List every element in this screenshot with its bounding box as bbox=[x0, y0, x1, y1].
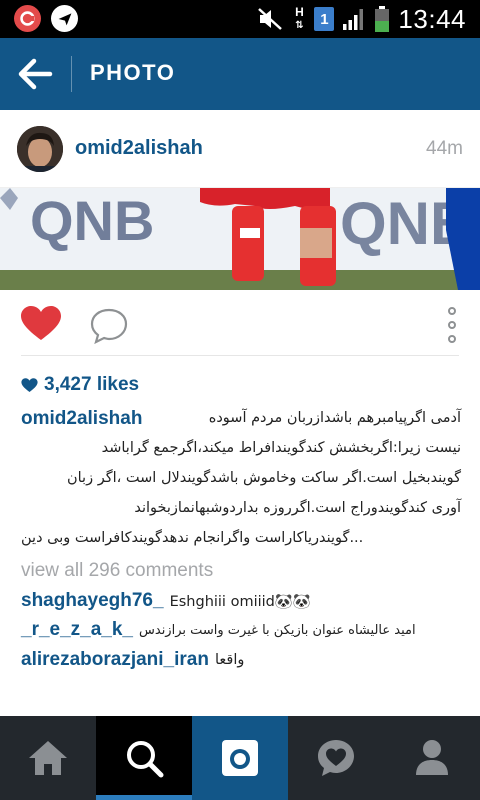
comment-item: _r_e_z_a_k_ امید عالیشاه عنوان بازیکن با… bbox=[21, 617, 416, 643]
avatar[interactable] bbox=[17, 126, 63, 172]
nav-camera-button[interactable] bbox=[192, 716, 288, 800]
like-button[interactable] bbox=[20, 306, 62, 342]
comment-item: alirezaborazjani_iran واقعا bbox=[21, 647, 244, 673]
post-username[interactable]: omid2alishah bbox=[75, 137, 203, 160]
likes-label: 3,427 likes bbox=[44, 374, 140, 395]
comment-username[interactable]: _r_e_z_a_k_ bbox=[21, 619, 133, 641]
signal-icon bbox=[343, 9, 364, 30]
comment-text: Eshghiii omiiid🐼🐼 bbox=[169, 593, 311, 610]
more-options-button[interactable] bbox=[444, 306, 460, 344]
heart-icon bbox=[21, 306, 61, 340]
caption-line: آدمی اگرپیامبرهم باشدازربان مردم آسوده bbox=[208, 410, 461, 426]
caption-line: گویندبخیل است.اگر ساکت وخاموش باشدگویندل… bbox=[66, 470, 461, 486]
activity-heart-icon bbox=[318, 740, 354, 776]
mute-icon bbox=[258, 8, 283, 30]
post-photo[interactable]: QNB QNB bbox=[0, 188, 480, 290]
camera-icon bbox=[222, 740, 258, 776]
svg-text:QNB: QNB bbox=[30, 189, 154, 252]
status-bar: H ⇅ 1 13:44 bbox=[0, 0, 480, 38]
caption-username[interactable]: omid2alishah bbox=[21, 408, 142, 430]
likes-count[interactable]: 3,427 likes bbox=[21, 374, 139, 396]
app-notification-icon bbox=[14, 5, 41, 32]
home-icon bbox=[29, 741, 67, 775]
page-title: PHOTO bbox=[90, 60, 176, 85]
vertical-dots-icon bbox=[448, 307, 456, 343]
caption-line: ...گویندریاکاراست واگرانجام ندهدگویندکاف… bbox=[21, 530, 364, 546]
caption-line: آوری کندگویندوراج است.اگرروزه بداردوشبها… bbox=[134, 500, 461, 516]
comment-username[interactable]: alirezaborazjani_iran bbox=[21, 649, 209, 671]
network-type-icon: H ⇅ bbox=[295, 5, 304, 31]
nav-home-button[interactable] bbox=[0, 716, 96, 800]
clock: 13:44 bbox=[398, 3, 466, 34]
view-all-comments-link[interactable]: view all 296 comments bbox=[21, 560, 213, 582]
divider bbox=[71, 56, 72, 92]
post-timestamp: 44m bbox=[426, 138, 463, 159]
battery-icon bbox=[375, 6, 390, 32]
telegram-icon bbox=[51, 5, 78, 32]
caption-line: نیست زیرا:اگربخشش کندگویندافراط میکند،اگ… bbox=[101, 440, 461, 456]
app-bar: PHOTO bbox=[0, 38, 480, 110]
profile-icon bbox=[416, 740, 448, 775]
post-actions bbox=[0, 290, 480, 356]
nav-activity-button[interactable] bbox=[288, 716, 384, 800]
notification-icons bbox=[14, 5, 78, 32]
divider bbox=[21, 355, 459, 356]
comment-text: امید عالیشاه عنوان بازیکن با غیرت واست ب… bbox=[139, 622, 416, 638]
comment-item: shaghayegh76_ Eshghiii omiiid🐼🐼 bbox=[21, 588, 311, 614]
post-header: omid2alishah 44m bbox=[0, 110, 480, 188]
arrow-left-icon bbox=[18, 58, 53, 90]
comment-username[interactable]: shaghayegh76_ bbox=[21, 590, 164, 612]
small-heart-icon bbox=[21, 377, 38, 392]
comment-button[interactable] bbox=[90, 308, 128, 345]
nav-search-button[interactable] bbox=[96, 716, 192, 800]
system-indicators: H ⇅ 1 13:44 bbox=[256, 3, 466, 35]
bottom-navigation bbox=[0, 716, 480, 800]
nav-profile-button[interactable] bbox=[384, 716, 480, 800]
speech-bubble-icon bbox=[90, 308, 128, 345]
sim-icon: 1 bbox=[314, 7, 335, 31]
back-button[interactable] bbox=[14, 54, 58, 94]
search-icon bbox=[127, 741, 164, 778]
comment-text: واقعا bbox=[214, 652, 245, 668]
